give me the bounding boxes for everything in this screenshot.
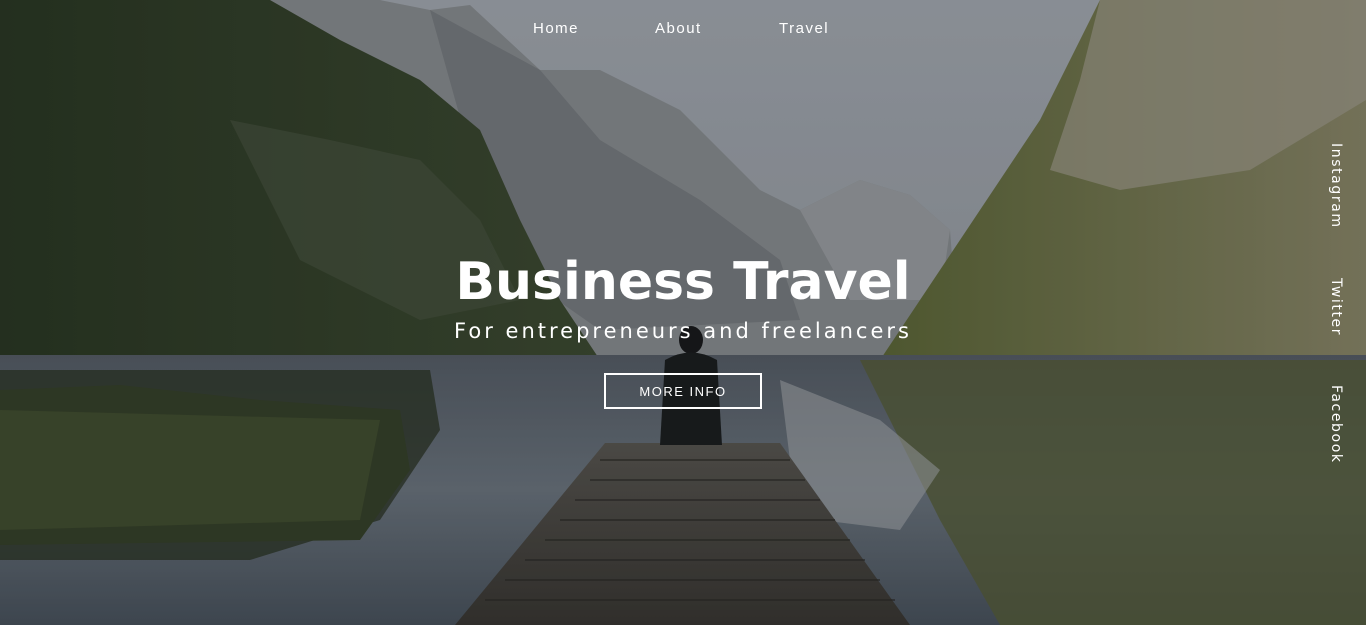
hero-section	[0, 0, 1366, 625]
hero-overlay	[0, 0, 1366, 625]
nav-home-link[interactable]: Home	[533, 20, 579, 37]
top-nav: Home About Travel	[0, 20, 1366, 42]
social-instagram-link[interactable]: Instagram	[1320, 143, 1344, 229]
hero-title: Business Travel	[455, 252, 911, 312]
nav-travel-link[interactable]: Travel	[779, 20, 829, 37]
social-facebook-link[interactable]: Facebook	[1320, 385, 1344, 464]
more-info-button[interactable]: MORE INFO	[604, 373, 762, 409]
social-twitter-link[interactable]: Twitter	[1320, 278, 1344, 336]
hero-subtitle: For entrepreneurs and freelancers	[454, 319, 912, 343]
nav-about-link[interactable]: About	[655, 20, 702, 37]
